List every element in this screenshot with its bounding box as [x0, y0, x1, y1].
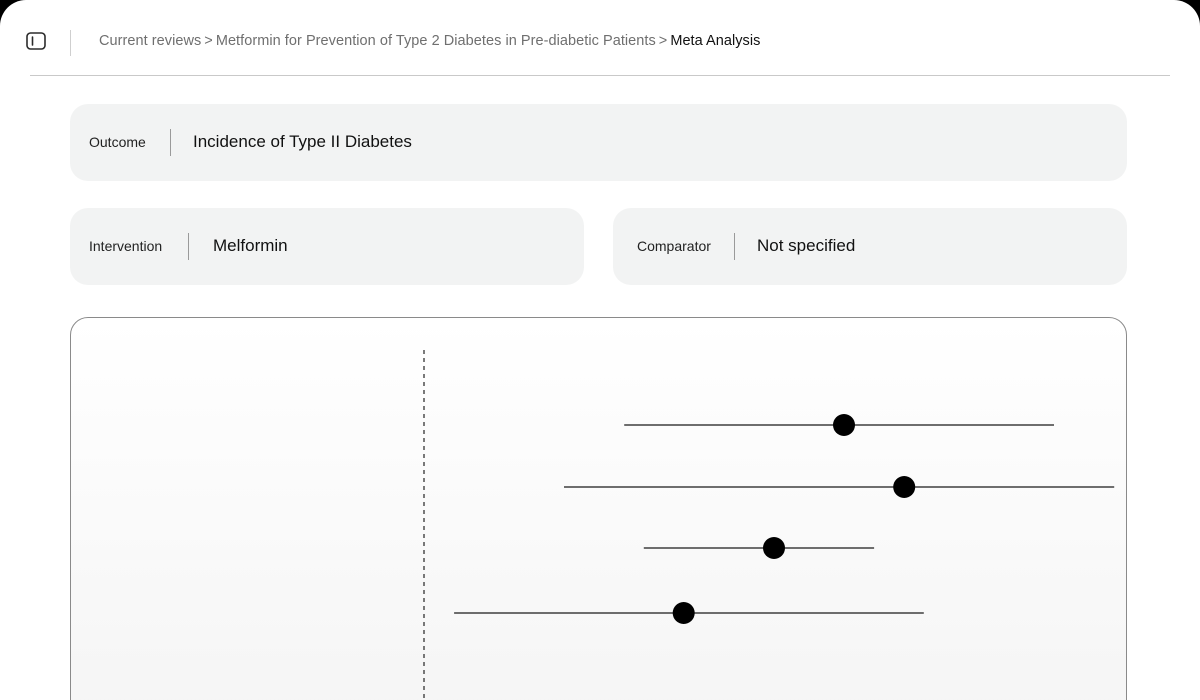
comparator-label: Comparator [637, 238, 711, 254]
header-divider [30, 75, 1170, 76]
sidebar-toggle-icon[interactable] [26, 32, 46, 50]
topbar-divider [70, 30, 71, 56]
intervention-value: Melformin [213, 236, 288, 255]
study-row[interactable] [624, 414, 1054, 436]
outcome-label: Outcome [89, 134, 146, 150]
outcome-value: Incidence of Type II Diabetes [193, 132, 412, 151]
top-bar: Current reviews > Metformin for Prevention… [0, 0, 1200, 76]
outcome-divider [170, 129, 171, 156]
breadcrumb: Current reviews > Metformin for Prevention… [99, 33, 760, 49]
breadcrumb-separator: > [204, 33, 213, 49]
intervention-divider [188, 233, 189, 260]
study-row[interactable] [454, 602, 924, 624]
breadcrumb-item-current-reviews[interactable]: Current reviews [99, 33, 201, 49]
effect-estimate-point[interactable] [893, 476, 916, 498]
comparator-field: Comparator Not specified [613, 208, 1127, 285]
effect-estimate-point[interactable] [833, 414, 855, 436]
breadcrumb-current-page: Meta Analysis [670, 33, 761, 49]
study-row[interactable] [643, 537, 875, 559]
effect-estimate-point[interactable] [672, 602, 695, 624]
effect-estimate-point[interactable] [763, 537, 785, 559]
breadcrumb-item-review[interactable]: Metformin for Prevention of Type 2 Diabe… [216, 33, 656, 49]
forest-plot [423, 350, 1115, 700]
intervention-label: Intervention [89, 238, 163, 254]
intervention-field: Intervention Melformin [70, 208, 584, 285]
comparator-divider [734, 233, 735, 260]
app-window: Current reviews > Metformin for Prevention… [0, 0, 1200, 700]
forest-plot-panel [70, 317, 1127, 700]
outcome-field: Outcome Incidence of Type II Diabetes [70, 104, 1127, 181]
comparator-value: Not specified [757, 236, 856, 255]
study-row[interactable] [564, 476, 1115, 498]
breadcrumb-separator: > [658, 33, 668, 49]
